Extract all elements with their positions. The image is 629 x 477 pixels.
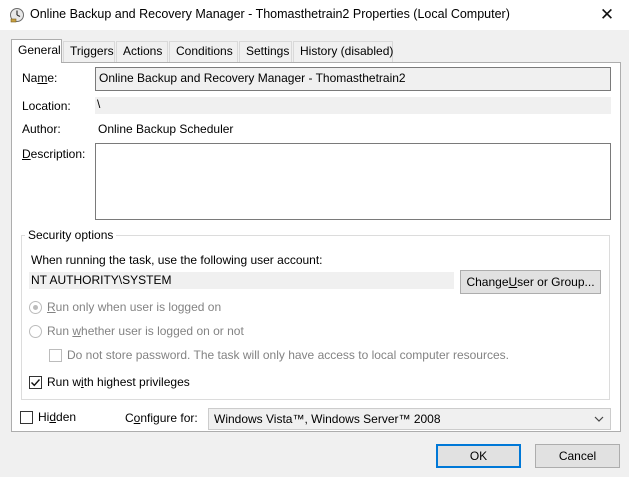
- ok-button[interactable]: OK: [436, 444, 521, 468]
- tab-general[interactable]: General: [11, 39, 62, 63]
- author-value: Online Backup Scheduler: [98, 122, 234, 136]
- security-options-title: Security options: [25, 228, 117, 242]
- window-title: Online Backup and Recovery Manager - Tho…: [30, 7, 510, 21]
- account-prompt: When running the task, use the following…: [31, 253, 323, 267]
- tab-history[interactable]: History (disabled): [293, 41, 393, 62]
- hidden-checkbox[interactable]: [20, 411, 33, 424]
- tab-conditions[interactable]: Conditions: [169, 41, 238, 62]
- run-whether-logged-on-radio[interactable]: [29, 325, 42, 338]
- do-not-store-password-checkbox[interactable]: [49, 349, 62, 362]
- author-label: Author:: [22, 122, 61, 136]
- name-label: Name:: [22, 71, 58, 85]
- highest-privileges-checkbox[interactable]: [29, 376, 42, 389]
- configure-for-label: Configure for:: [125, 411, 198, 425]
- user-account-value: NT AUTHORITY\SYSTEM: [29, 272, 454, 289]
- run-only-logged-on-radio[interactable]: [29, 301, 42, 314]
- task-name-field[interactable]: Online Backup and Recovery Manager - Tho…: [95, 67, 611, 91]
- description-textarea[interactable]: [95, 143, 611, 220]
- location-value: \: [95, 97, 611, 114]
- close-button[interactable]: ✕: [585, 0, 629, 30]
- run-whether-logged-on-label: Run whether user is logged on or not: [47, 324, 244, 338]
- description-label: Description:: [22, 147, 86, 161]
- run-only-logged-on-label: Run only when user is logged on: [47, 300, 222, 314]
- highest-privileges-label: Run with highest privileges: [47, 375, 190, 389]
- clock-task-icon: [9, 7, 25, 23]
- configure-for-value: Windows Vista™, Windows Server™ 2008: [214, 412, 441, 426]
- hidden-label: Hidden: [38, 410, 77, 424]
- close-icon: ✕: [599, 5, 615, 24]
- tab-triggers[interactable]: Triggers: [63, 41, 115, 62]
- tab-actions[interactable]: Actions: [116, 41, 168, 62]
- change-user-or-group-button[interactable]: Change User or Group...: [460, 270, 601, 294]
- tab-settings[interactable]: Settings: [239, 41, 292, 62]
- do-not-store-password-label: Do not store password. The task will onl…: [67, 348, 509, 362]
- cancel-button[interactable]: Cancel: [535, 444, 620, 468]
- checkmark-icon: [31, 379, 41, 387]
- configure-for-dropdown[interactable]: Windows Vista™, Windows Server™ 2008: [208, 408, 611, 430]
- chevron-down-icon: [594, 416, 604, 422]
- location-label: Location:: [22, 99, 71, 113]
